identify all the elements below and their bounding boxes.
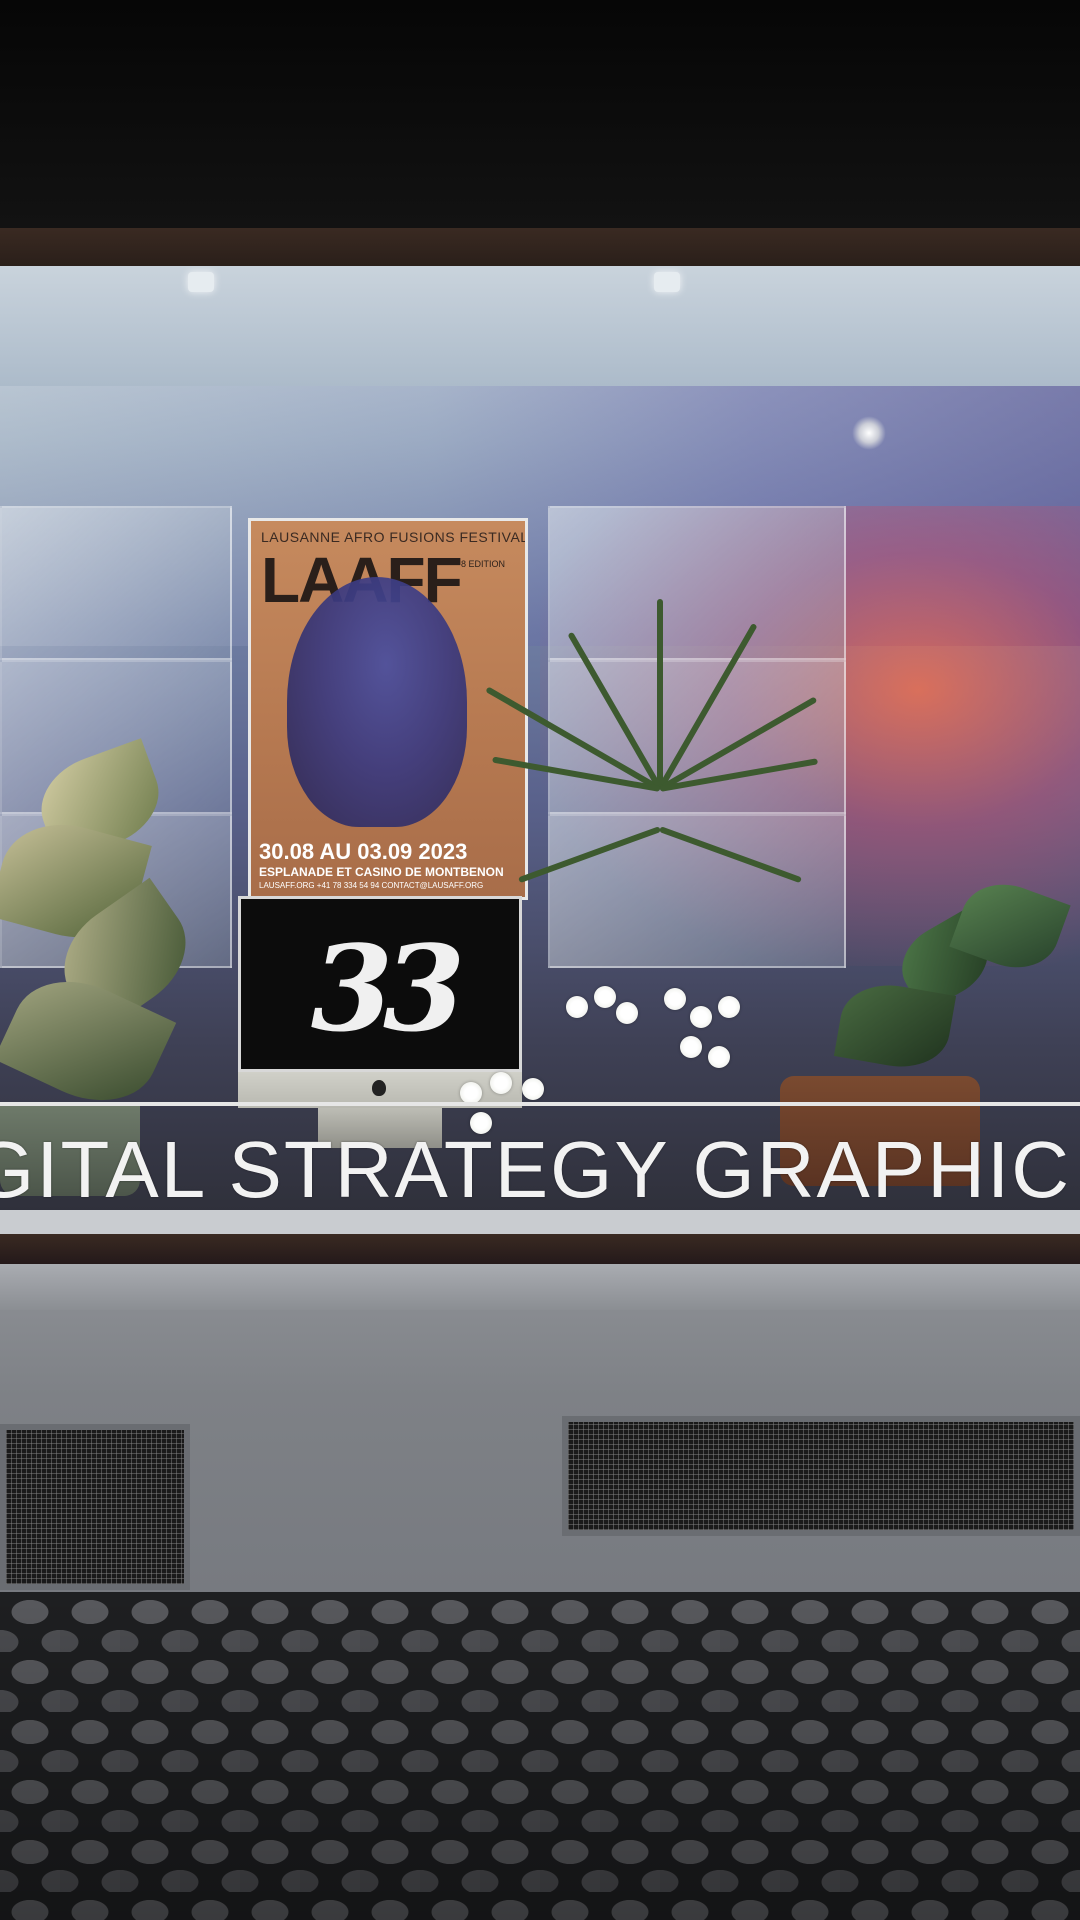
- decal-line: [0, 1102, 1080, 1106]
- poster-dates: 30.08 AU 03.09 2023: [259, 839, 468, 864]
- night-sky: [0, 0, 1080, 228]
- festival-poster: LAUSANNE AFRO FUSIONS FESTIVAL LAAFF 8 E…: [248, 518, 528, 900]
- basement-vent-left: [0, 1424, 190, 1590]
- wall-trim: [0, 1264, 1080, 1310]
- street-light-reflection: [852, 416, 886, 450]
- poster-portrait-silhouette: [287, 577, 467, 827]
- apple-logo-icon: [372, 1080, 386, 1096]
- screen-logo: 33: [310, 919, 465, 1058]
- wall-panel: [0, 506, 232, 660]
- window-sill: [0, 1210, 1080, 1234]
- poster-edition: 8 EDITION: [461, 559, 506, 569]
- street-shadow: [0, 1592, 1080, 1920]
- ceiling-spotlight: [654, 272, 680, 292]
- window-decal-text: GITAL STRATEGY GRAPHIC D: [0, 1125, 1080, 1214]
- basement-vent-right: [562, 1416, 1080, 1536]
- window-frame-top: [0, 228, 1080, 266]
- window-frame-bottom: [0, 1234, 1080, 1264]
- imac-computer: 33: [238, 896, 522, 1148]
- wall-panel: [548, 660, 846, 814]
- poster-contact: LAUSAFF.ORG +41 78 334 54 94 CONTACT@LAU…: [259, 881, 484, 890]
- poster-venue: ESPLANADE ET CASINO DE MONTBENON: [259, 865, 504, 879]
- shop-window: LAUSANNE AFRO FUSIONS FESTIVAL LAAFF 8 E…: [0, 266, 1080, 1234]
- storefront-scene: LAUSANNE AFRO FUSIONS FESTIVAL LAAFF 8 E…: [0, 0, 1080, 1920]
- imac-screen: 33: [238, 896, 522, 1072]
- wall-panel: [548, 506, 846, 660]
- wall-panel: [548, 814, 846, 968]
- ceiling-spotlight: [188, 272, 214, 292]
